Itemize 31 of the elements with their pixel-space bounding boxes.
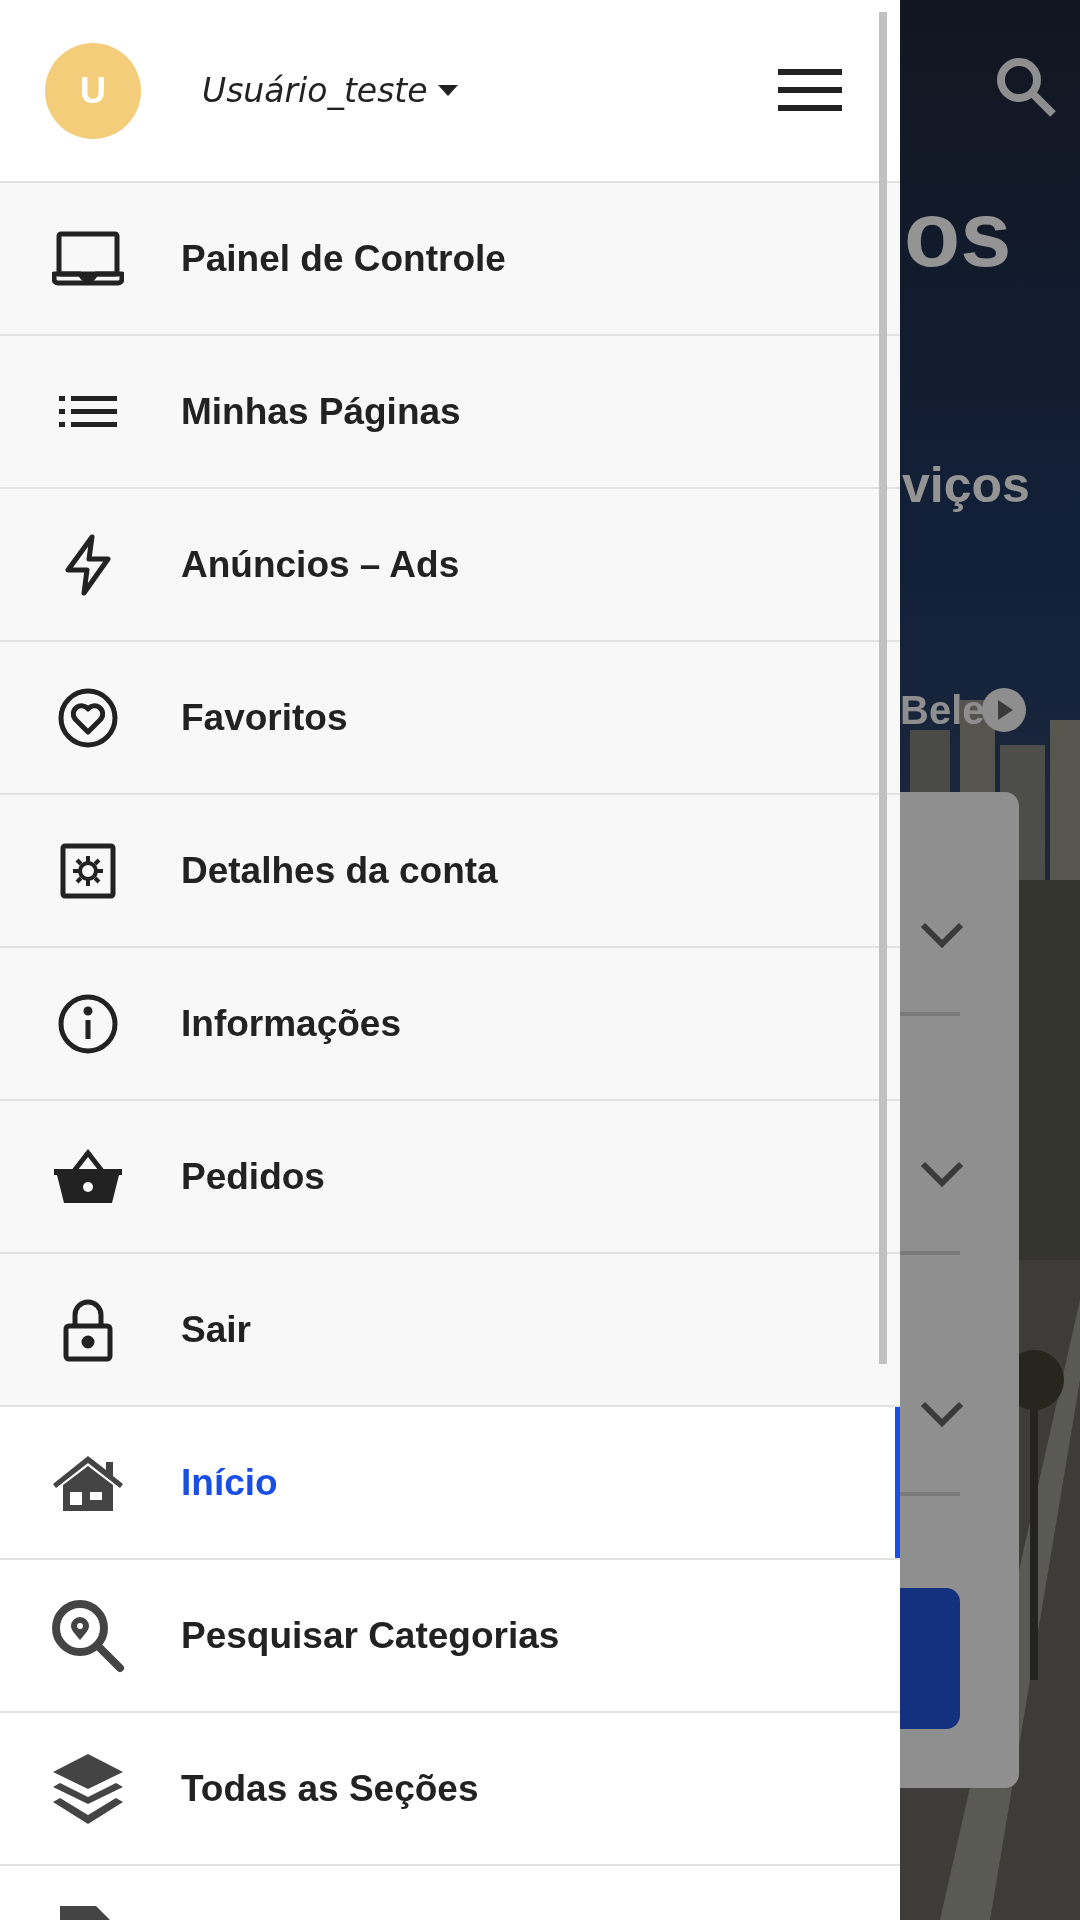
gear-icon [59, 842, 116, 899]
house-icon [51, 1453, 124, 1512]
menu-item[interactable]: Sair [0, 1252, 900, 1405]
padlock-icon [62, 1297, 113, 1362]
menu-item[interactable]: Informações [0, 946, 900, 1099]
heading-text: os [904, 188, 1012, 280]
menu-item[interactable]: Minhas Páginas [0, 334, 900, 487]
menu-item[interactable]: Detalhes da conta [0, 793, 900, 946]
menu-item[interactable]: Início [0, 1405, 900, 1558]
chevron-down-icon[interactable] [920, 921, 964, 949]
menu-button[interactable] [778, 68, 842, 113]
info-icon [56, 992, 119, 1055]
location-text: Bele [900, 690, 985, 730]
lightning-icon [63, 533, 112, 596]
basket-icon [53, 1148, 122, 1205]
subtitle-text: viços [902, 460, 1030, 510]
chevron-down-icon[interactable] [920, 1400, 964, 1428]
menu-item[interactable]: Anúncios – Ads [0, 487, 900, 640]
menu-item[interactable]: Painel de Controle [0, 181, 900, 334]
menu-icon [778, 68, 842, 111]
map-pin-search-icon [49, 1597, 126, 1674]
laptop-icon [51, 230, 124, 287]
caret-icon [437, 84, 458, 97]
menu-item[interactable]: Favoritos [0, 640, 900, 793]
play-icon[interactable] [982, 688, 1026, 732]
scrollbar[interactable] [879, 12, 887, 1364]
user-dropdown[interactable]: Usuário_teste [202, 65, 458, 116]
chevron-down-icon[interactable] [920, 1160, 964, 1188]
list-icon [58, 393, 117, 430]
search-icon[interactable] [995, 56, 1057, 118]
menu-item[interactable]: Pedidos [0, 1099, 900, 1252]
